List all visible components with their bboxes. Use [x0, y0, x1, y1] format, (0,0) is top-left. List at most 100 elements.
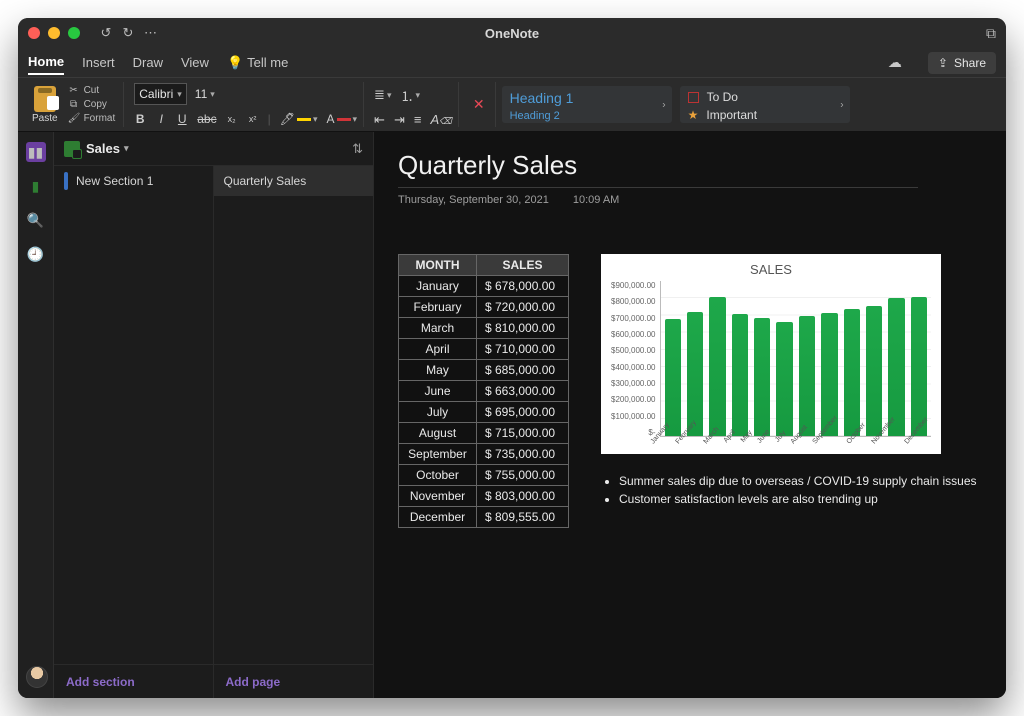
font-color-button[interactable]: A▾	[327, 112, 358, 126]
style-heading-2[interactable]: Heading 2	[510, 110, 664, 122]
table-cell-month[interactable]: April	[399, 339, 477, 360]
table-cell-month[interactable]: May	[399, 360, 477, 381]
underline-button[interactable]: U	[176, 112, 188, 126]
chart-bar	[799, 316, 815, 436]
table-row[interactable]: January$ 678,000.00	[399, 276, 569, 297]
table-cell-sales[interactable]: $ 803,000.00	[477, 486, 569, 507]
font-family-select[interactable]: Calibri ▾	[134, 83, 187, 105]
table-cell-sales[interactable]: $ 695,000.00	[477, 402, 569, 423]
tell-me-search[interactable]: 💡 Tell me	[227, 55, 288, 71]
table-cell-month[interactable]: December	[399, 507, 477, 528]
scissors-icon: ✂	[68, 85, 80, 96]
sales-table[interactable]: MONTH SALES January$ 678,000.00February$…	[398, 254, 569, 528]
table-cell-sales[interactable]: $ 755,000.00	[477, 465, 569, 486]
bulleted-list-button[interactable]: ≣▾	[374, 87, 391, 103]
list-item[interactable]: Customer satisfaction levels are also tr…	[619, 490, 977, 508]
notebook-rail-icon[interactable]: ▮	[26, 176, 46, 196]
table-row[interactable]: February$ 720,000.00	[399, 297, 569, 318]
italic-button[interactable]: I	[155, 112, 167, 126]
table-cell-month[interactable]: January	[399, 276, 477, 297]
table-cell-sales[interactable]: $ 735,000.00	[477, 444, 569, 465]
sort-icon[interactable]: ⇅	[352, 141, 363, 157]
table-row[interactable]: October$ 755,000.00	[399, 465, 569, 486]
page-title[interactable]: Quarterly Sales	[398, 150, 982, 181]
clear-formatting-button[interactable]: A⌫	[430, 112, 451, 127]
table-cell-sales[interactable]: $ 663,000.00	[477, 381, 569, 402]
sections-list: New Section 1 Add section	[54, 166, 214, 698]
table-cell-month[interactable]: March	[399, 318, 477, 339]
chart-bar	[709, 297, 725, 437]
table-cell-sales[interactable]: $ 720,000.00	[477, 297, 569, 318]
table-cell-month[interactable]: August	[399, 423, 477, 444]
table-cell-month[interactable]: February	[399, 297, 477, 318]
section-label: New Section 1	[76, 174, 153, 188]
cut-label: Cut	[84, 85, 100, 96]
table-row[interactable]: April$ 710,000.00	[399, 339, 569, 360]
numbered-list-button[interactable]: ⒈▾	[400, 86, 420, 105]
tab-insert[interactable]: Insert	[82, 51, 115, 74]
table-cell-month[interactable]: October	[399, 465, 477, 486]
notes-bullets[interactable]: Summer sales dip due to overseas / COVID…	[601, 472, 977, 508]
chart-bar	[732, 314, 748, 436]
avatar[interactable]	[26, 666, 48, 688]
notebook-header[interactable]: Sales▾ ⇅	[54, 132, 373, 166]
table-row[interactable]: June$ 663,000.00	[399, 381, 569, 402]
superscript-button[interactable]: x²	[247, 114, 259, 124]
table-cell-sales[interactable]: $ 685,000.00	[477, 360, 569, 381]
highlight-color-button[interactable]: 🖊▾	[280, 112, 318, 126]
add-section-button[interactable]: Add section	[54, 664, 213, 698]
page-item[interactable]: Quarterly Sales	[214, 166, 374, 196]
table-cell-month[interactable]: September	[399, 444, 477, 465]
section-item[interactable]: New Section 1	[54, 166, 213, 196]
tags-gallery[interactable]: To Do ★ Important ›	[680, 86, 850, 123]
copy-button[interactable]: ⧉Copy	[66, 98, 118, 111]
add-page-button[interactable]: Add page	[214, 664, 374, 698]
app-title: OneNote	[18, 26, 1006, 41]
cut-button[interactable]: ✂ Cut	[66, 84, 118, 97]
font-size-select[interactable]: 11 ▾	[191, 83, 219, 105]
page-canvas[interactable]: Quarterly Sales Thursday, September 30, …	[374, 132, 1006, 698]
table-row[interactable]: September$ 735,000.00	[399, 444, 569, 465]
table-row[interactable]: May$ 685,000.00	[399, 360, 569, 381]
tag-important[interactable]: ★ Important	[688, 108, 842, 122]
decrease-indent-button[interactable]: ⇤	[374, 112, 385, 128]
bold-button[interactable]: B	[134, 112, 146, 126]
notebooks-rail-button[interactable]: ▮▮	[26, 142, 46, 162]
table-cell-sales[interactable]: $ 678,000.00	[477, 276, 569, 297]
format-label: Format	[84, 113, 116, 124]
list-item[interactable]: Summer sales dip due to overseas / COVID…	[619, 472, 977, 490]
tab-draw[interactable]: Draw	[133, 51, 163, 74]
chart-title: SALES	[611, 262, 931, 277]
paste-button[interactable]: Paste	[28, 84, 62, 126]
table-cell-month[interactable]: November	[399, 486, 477, 507]
style-heading-1[interactable]: Heading 1	[510, 90, 664, 106]
tab-view[interactable]: View	[181, 51, 209, 74]
share-label: Share	[954, 56, 986, 70]
delete-button[interactable]: ✕	[469, 96, 489, 113]
table-cell-sales[interactable]: $ 810,000.00	[477, 318, 569, 339]
search-rail-button[interactable]: 🔍	[26, 210, 46, 230]
sales-chart[interactable]: SALES $900,000.00$800,000.00$700,000.00$…	[601, 254, 941, 454]
align-button[interactable]: ≡	[414, 112, 422, 127]
table-cell-sales[interactable]: $ 715,000.00	[477, 423, 569, 444]
chart-bar	[776, 322, 792, 436]
table-row[interactable]: July$ 695,000.00	[399, 402, 569, 423]
table-row[interactable]: December$ 809,555.00	[399, 507, 569, 528]
tab-home[interactable]: Home	[28, 50, 64, 75]
table-cell-month[interactable]: July	[399, 402, 477, 423]
share-button[interactable]: ⇪ Share	[928, 52, 996, 74]
subscript-button[interactable]: x₂	[226, 114, 238, 124]
format-painter-button[interactable]: 🖌Format	[66, 112, 118, 125]
styles-gallery[interactable]: Heading 1 Heading 2 ›	[502, 86, 672, 123]
table-row[interactable]: March$ 810,000.00	[399, 318, 569, 339]
table-cell-sales[interactable]: $ 809,555.00	[477, 507, 569, 528]
sync-icon[interactable]: ☁	[888, 54, 902, 71]
table-cell-sales[interactable]: $ 710,000.00	[477, 339, 569, 360]
recent-rail-button[interactable]: 🕘	[26, 244, 46, 264]
increase-indent-button[interactable]: ⇥	[394, 112, 405, 128]
table-row[interactable]: August$ 715,000.00	[399, 423, 569, 444]
table-row[interactable]: November$ 803,000.00	[399, 486, 569, 507]
table-cell-month[interactable]: June	[399, 381, 477, 402]
tag-to-do[interactable]: To Do	[688, 90, 842, 104]
strikethrough-button[interactable]: abc	[197, 112, 216, 126]
